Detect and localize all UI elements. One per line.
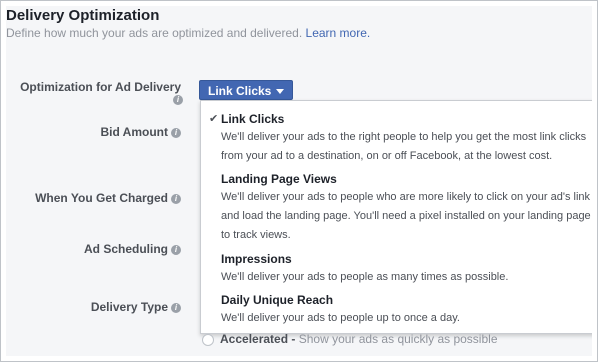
option-description-line: We'll deliver your ads to people who are… xyxy=(221,191,590,203)
accelerated-separator: - xyxy=(288,332,299,346)
option-description-line: We'll deliver your ads to people up to o… xyxy=(221,312,460,324)
option-title: Daily Unique Reach xyxy=(221,293,334,307)
optimization-dropdown-button[interactable]: Link Clicks xyxy=(199,80,294,100)
label-when-charged: When You Get Charged i xyxy=(35,191,181,205)
accelerated-description: Show your ads as quickly as possible xyxy=(298,332,498,346)
label-ad-scheduling: Ad Scheduling i xyxy=(84,242,181,256)
optimization-dropdown-menu: ✔ Link Clicks We'll deliver your ads to … xyxy=(200,100,592,334)
optimization-selected-value: Link Clicks xyxy=(208,84,272,98)
accelerated-label: Accelerated xyxy=(220,332,289,346)
option-description: We'll deliver your ads to people up to o… xyxy=(221,309,591,328)
option-title: Impressions xyxy=(221,252,292,266)
option-title: Landing Page Views xyxy=(221,172,337,186)
learn-more-link[interactable]: Learn more. xyxy=(306,26,371,40)
label-bid-amount-text: Bid Amount xyxy=(100,125,168,139)
option-description: We'll deliver your ads to the right peop… xyxy=(221,128,591,166)
option-description-line: from your ad to a destination, on or off… xyxy=(221,150,553,162)
option-landing-page-views[interactable]: Landing Page Views We'll deliver your ad… xyxy=(221,172,591,245)
info-icon[interactable]: i xyxy=(171,244,181,255)
info-icon[interactable]: i xyxy=(171,302,181,313)
info-icon[interactable]: i xyxy=(171,127,181,138)
option-description: We'll deliver your ads to people who are… xyxy=(221,188,591,245)
option-description-line: and load the landing page. You'll need a… xyxy=(221,210,591,222)
accelerated-radio[interactable] xyxy=(202,333,214,346)
option-link-clicks[interactable]: ✔ Link Clicks We'll deliver your ads to … xyxy=(209,112,591,166)
delivery-optimization-panel: Delivery Optimization Define how much yo… xyxy=(6,6,592,356)
section-description-text: Define how much your ads are optimized a… xyxy=(6,26,303,40)
section-title: Delivery Optimization xyxy=(6,7,160,24)
caret-down-icon xyxy=(276,89,285,95)
info-icon[interactable]: i xyxy=(173,95,183,105)
option-description: We'll deliver your ads to people as many… xyxy=(221,268,591,287)
label-ad-scheduling-text: Ad Scheduling xyxy=(84,242,168,256)
label-optimization: Optimization for Ad Delivery xyxy=(20,80,181,94)
label-bid-amount: Bid Amount i xyxy=(100,125,181,139)
option-impressions[interactable]: Impressions We'll deliver your ads to pe… xyxy=(221,252,591,287)
label-when-charged-text: When You Get Charged xyxy=(35,191,168,205)
label-delivery-type: Delivery Type i xyxy=(91,300,181,314)
section-description: Define how much your ads are optimized a… xyxy=(6,26,370,40)
label-delivery-type-text: Delivery Type xyxy=(90,300,168,314)
accelerated-option[interactable]: Accelerated - Show your ads as quickly a… xyxy=(202,332,498,346)
option-daily-unique-reach[interactable]: Daily Unique Reach We'll deliver your ad… xyxy=(221,293,591,328)
option-description-line: We'll deliver your ads to the right peop… xyxy=(221,131,587,143)
info-icon[interactable]: i xyxy=(171,193,181,204)
check-icon: ✔ xyxy=(209,113,219,125)
option-description-line: We'll deliver your ads to people as many… xyxy=(221,271,509,283)
option-title: Link Clicks xyxy=(221,112,285,126)
option-description-line: to track views. xyxy=(221,229,291,241)
